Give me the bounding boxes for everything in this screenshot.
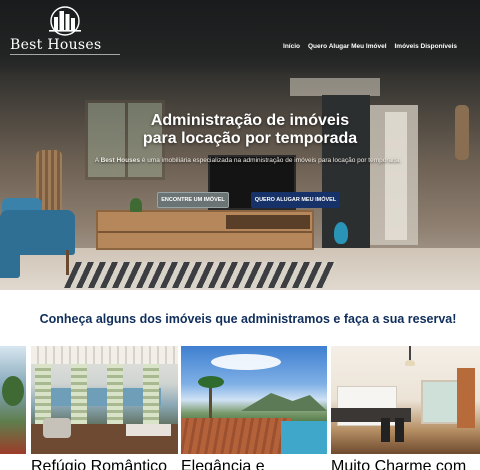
nav-item-quero-alugar[interactable]: Quero Alugar Meu Imóvel [308,43,387,50]
property-image-curtain [457,368,475,428]
property-image-curtain [143,364,159,424]
property-image-cloud [211,354,281,370]
property-caption-elegancia[interactable]: Elegância e Conforto Em Frente À Praia G… [181,458,327,470]
property-image-stool [381,418,390,442]
main-nav: Início Quero Alugar Meu Imóvel Imóveis D… [283,43,457,50]
brand-underline [10,54,120,55]
property-image-stool [395,418,404,442]
property-image-mountain [241,393,327,411]
hero-subtitle-rest: é uma imobiliária especializada na admin… [139,157,402,164]
property-card-refugio[interactable] [31,346,178,454]
property-image-window [421,380,461,424]
brand-logo[interactable]: Best Houses [10,4,120,55]
ceiling-light [290,78,380,96]
hero-title-line2: para locação por temporada [142,130,358,147]
hero-armchair-leg [66,250,69,275]
hero-title: Administração de imóveis para locação po… [0,112,480,148]
nav-item-imoveis-disponiveis[interactable]: Imóveis Disponíveis [395,43,458,50]
find-property-button[interactable]: ENCONTRE UM IMÓVEL [157,192,229,208]
hero-side-chair [0,238,20,278]
properties-heading: Conheça alguns dos imóveis que administr… [39,312,457,326]
brand-name: Best Houses [10,37,102,53]
property-card-elegancia[interactable] [181,346,327,454]
property-image-pendant-shade [405,360,415,366]
hero-cabinet-shelf [98,231,312,233]
hero-vase [334,222,348,244]
hero-subtitle-brand: Best Houses [100,157,140,164]
hero-rug [63,262,337,288]
property-caption-charme[interactable]: Muito Charme com Piscina e Varanda Gourm… [331,458,480,470]
property-image-pool [281,421,327,454]
rent-my-property-button[interactable]: QUERO ALUGAR MEU IMÓVEL [251,192,340,208]
property-caption-refugio[interactable]: Refúgio Romântico com Vista pro Mar [31,458,178,470]
property-image-curtain [107,364,123,424]
hero-subtitle: A Best Houses é uma imobiliária especial… [0,157,480,164]
property-image-curtain [35,364,51,424]
hero-title-line1: Administração de imóveis [150,112,350,129]
logo-buildings-icon [49,6,81,36]
hero-cabinet [96,210,314,250]
property-image-deck [181,418,291,454]
property-image-table [126,424,171,436]
property-image-pergola [31,346,178,364]
nav-item-inicio[interactable]: Início [283,43,300,50]
property-image-palm [2,376,24,406]
property-image-lounge-chair [43,418,71,438]
hero-cabinet-open [226,215,310,229]
hero-plant [130,198,142,212]
property-card-charme[interactable] [331,346,480,454]
property-image-palm-leaves [198,376,224,388]
property-card-partial[interactable] [0,346,26,454]
property-image-curtain [71,364,87,424]
